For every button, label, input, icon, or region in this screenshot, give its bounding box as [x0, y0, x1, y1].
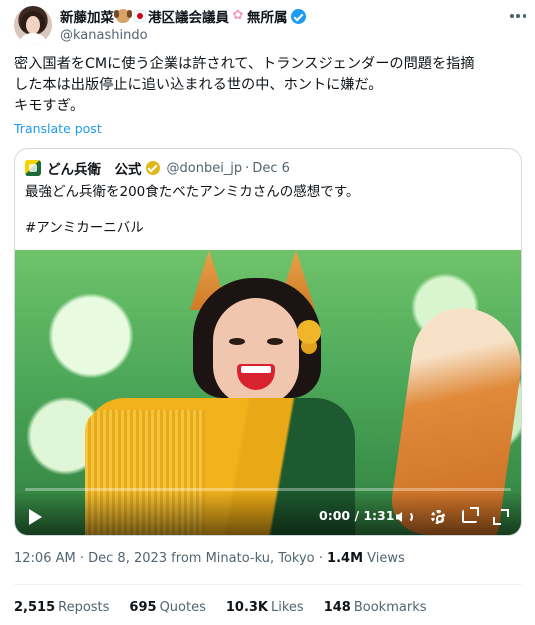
- video-progress-bar[interactable]: [25, 488, 511, 491]
- stat-label: Reposts: [58, 600, 110, 615]
- quoted-date[interactable]: Dec 6: [252, 161, 290, 176]
- views-count: 1.4M: [327, 551, 364, 566]
- quoted-text: 最強どん兵衛を200食たべたアンミカさんの感想です。: [25, 184, 360, 200]
- tweet-line: 密入国者をCMに使う企業は許されて、トランスジェンダーの問題を指摘: [14, 56, 475, 72]
- stat-label: Quotes: [159, 600, 206, 615]
- volume-icon[interactable]: [396, 508, 414, 526]
- japan-flag-icon: [134, 10, 146, 22]
- stat-label: Bookmarks: [353, 600, 427, 615]
- person-face-graphic: [213, 298, 299, 406]
- gold-verified-badge-icon: [145, 161, 160, 175]
- tweet-text: 密入国者をCMに使う企業は許されて、トランスジェンダーの問題を指摘 した本は出版…: [14, 54, 522, 117]
- translate-post-link[interactable]: Translate post: [14, 121, 102, 136]
- tweet-line: キモすぎ。: [14, 98, 85, 114]
- likes-stat[interactable]: 10.3K Likes: [226, 600, 304, 618]
- author-name-line[interactable]: 新藤加菜 港区議会議員 ✿ 無所属: [60, 6, 306, 26]
- quoted-author-name[interactable]: どん兵衛 公式: [47, 158, 142, 178]
- tweet-line: した本は出版停止に追い込まれる世の中、ホントに嫌だ。: [14, 77, 383, 93]
- tweet-date-location[interactable]: Dec 8, 2023 from Minato-ku, Tokyo: [88, 551, 314, 566]
- meta-dot: ·: [79, 551, 84, 566]
- author-affiliation: 港区議会議員: [148, 10, 229, 26]
- avatar-face: [26, 16, 40, 34]
- tweet-meta: 12:06 AM · Dec 8, 2023 from Minato-ku, T…: [14, 551, 405, 566]
- quotes-stat[interactable]: 695 Quotes: [129, 600, 205, 618]
- stat-count: 10.3K: [225, 600, 269, 615]
- reposts-stat[interactable]: 2,515 Reposts: [14, 600, 109, 618]
- eye-left-graphic: [229, 338, 245, 345]
- dog-emoji-icon: [114, 9, 132, 23]
- video-player[interactable]: 0:00 / 1:31: [15, 250, 521, 535]
- stat-count: 148: [323, 600, 351, 615]
- author-party: 無所属: [247, 10, 288, 26]
- fullscreen-icon[interactable]: [492, 508, 510, 526]
- engagement-stats: 2,515 Reposts 695 Quotes 10.3K Likes 148 Boo…: [14, 600, 447, 618]
- bookmarks-stat[interactable]: 148 Bookmarks: [324, 600, 427, 618]
- author-display-name[interactable]: 新藤加菜: [60, 6, 114, 26]
- quoted-separator: ·: [245, 160, 250, 176]
- smile-graphic: [237, 364, 275, 390]
- author-handle[interactable]: @kanashindo: [60, 28, 148, 43]
- quoted-author-handle[interactable]: @donbei_jp: [167, 161, 243, 176]
- tweet-header: 新藤加菜 港区議会議員 ✿ 無所属 @kanashindo: [14, 6, 526, 44]
- picture-in-picture-icon[interactable]: [461, 507, 479, 526]
- quoted-tweet-card[interactable]: どん兵衛 公式 @donbei_jp · Dec 6 最強どん兵衛を200食たべ…: [14, 148, 522, 536]
- quoted-author-avatar[interactable]: [25, 160, 41, 176]
- author-avatar[interactable]: [14, 6, 52, 44]
- play-icon[interactable]: [29, 509, 42, 525]
- divider: [14, 584, 522, 585]
- more-options-icon[interactable]: [510, 14, 526, 18]
- eye-right-graphic: [267, 338, 283, 345]
- video-time: 0:00 / 1:31: [319, 508, 395, 523]
- verified-badge-icon[interactable]: [290, 8, 306, 24]
- meta-dot: ·: [318, 551, 323, 566]
- stat-label: Likes: [271, 600, 304, 615]
- cherry-blossom-icon: ✿: [232, 8, 244, 23]
- quoted-tweet-header: どん兵衛 公式 @donbei_jp · Dec 6: [25, 158, 290, 178]
- hair-ornament-graphic: [297, 320, 321, 344]
- views-label: Views: [367, 551, 405, 566]
- avatar-shoulders: [18, 33, 48, 44]
- stat-count: 2,515: [14, 600, 56, 615]
- quoted-hashtag[interactable]: #アンミカーニバル: [25, 218, 144, 238]
- tweet-time[interactable]: 12:06 AM: [14, 551, 76, 566]
- stat-count: 695: [129, 600, 157, 615]
- settings-gear-icon[interactable]: [429, 508, 447, 526]
